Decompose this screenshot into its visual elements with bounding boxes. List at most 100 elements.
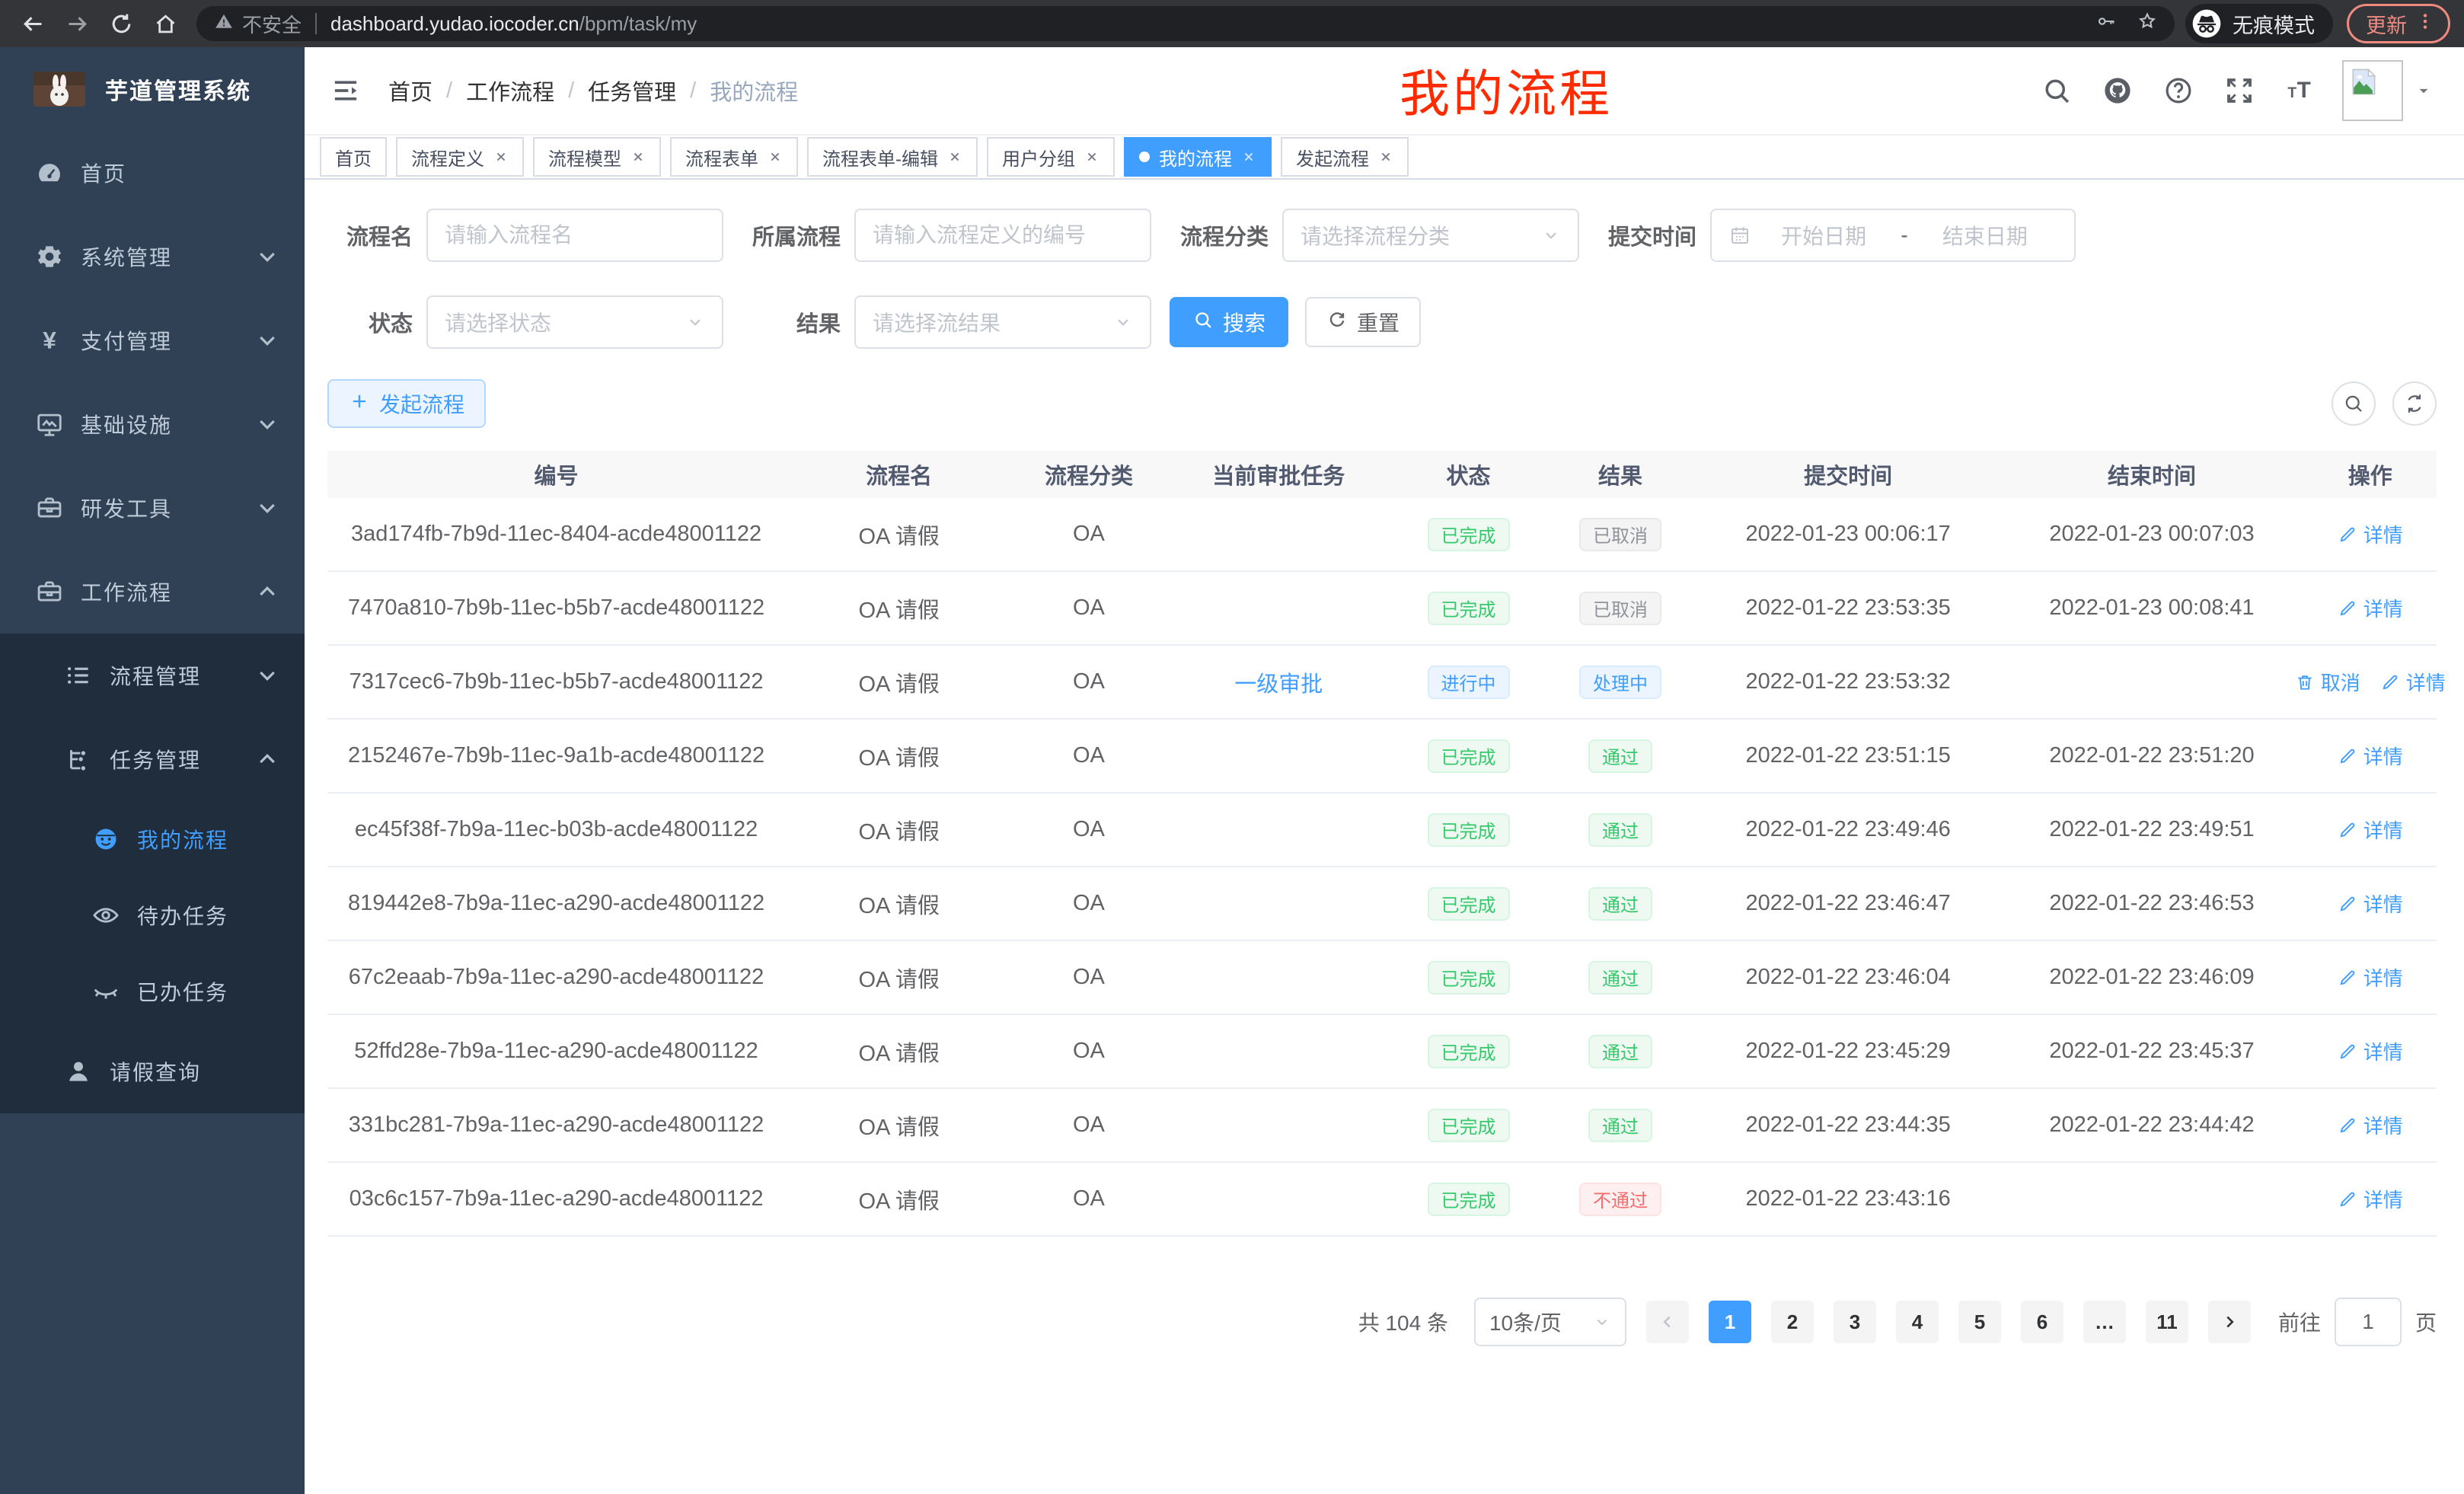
breadcrumb-item[interactable]: 任务管理 (588, 75, 676, 107)
page-size-select[interactable]: 10条/页 (1474, 1298, 1626, 1346)
bookmark-star-icon[interactable] (2137, 11, 2158, 37)
prev-page-button[interactable] (1646, 1301, 1689, 1343)
sidebar-item-process-mgmt[interactable]: 流程管理 (0, 634, 305, 717)
tab-home[interactable]: 首页 (320, 137, 387, 177)
submit-time-range-picker[interactable]: 开始日期 - 结束日期 (1710, 209, 2076, 262)
page-button-6[interactable]: 6 (2021, 1301, 2063, 1343)
monitor-icon (35, 410, 64, 439)
sidebar-item-my-process[interactable]: 我的流程 (0, 801, 305, 877)
search-button[interactable]: 搜索 (1170, 297, 1288, 347)
show-search-toggle-button[interactable] (2332, 381, 2376, 426)
detail-action-link[interactable]: 详情 (2338, 963, 2403, 991)
cell-category: OA (1013, 817, 1164, 842)
avatar-caret-icon[interactable] (2414, 81, 2434, 101)
process-category-select[interactable]: 请选择流程分类 (1282, 209, 1579, 262)
sidebar-item-payment[interactable]: ¥支付管理 (0, 298, 305, 382)
detail-action-link[interactable]: 详情 (2338, 742, 2403, 770)
detail-action-link[interactable]: 详情 (2338, 889, 2403, 918)
browser-forward-button[interactable] (58, 5, 96, 43)
goto-page-input[interactable] (2335, 1298, 2402, 1346)
result-select[interactable]: 请选择流结果 (854, 295, 1151, 349)
list-icon (64, 661, 93, 690)
help-button[interactable] (2162, 75, 2194, 107)
page-button-4[interactable]: 4 (1896, 1301, 1939, 1343)
tab-user-group[interactable]: 用户分组 (987, 137, 1115, 177)
tab-process-model[interactable]: 流程模型 (533, 137, 661, 177)
detail-action-link[interactable]: 详情 (2338, 1037, 2403, 1065)
total-count: 共 104 条 (1358, 1307, 1448, 1337)
cell-status: 已完成 (1393, 1109, 1544, 1142)
current-task-link[interactable]: 一级审批 (1234, 672, 1323, 697)
sidebar-item-home[interactable]: 首页 (0, 131, 305, 215)
page-button-11[interactable]: 11 (2146, 1301, 2188, 1343)
close-icon[interactable] (1241, 149, 1256, 164)
detail-action-link[interactable]: 详情 (2338, 1111, 2403, 1139)
sidebar-item-dev-tools[interactable]: 研发工具 (0, 466, 305, 550)
cancel-action-link[interactable]: 取消 (2295, 668, 2360, 696)
result-badge: 已取消 (1579, 518, 1661, 551)
search-button[interactable] (2041, 75, 2073, 107)
tab-process-form-edit[interactable]: 流程表单-编辑 (807, 137, 978, 177)
page-button-…[interactable]: … (2083, 1301, 2126, 1343)
cell-id: 819442e8-7b9a-11ec-a290-acde48001122 (327, 891, 785, 916)
process-name-input[interactable] (426, 209, 723, 262)
close-icon[interactable] (1084, 149, 1100, 164)
detail-action-link[interactable]: 详情 (2338, 816, 2403, 844)
sidebar-item-infrastructure[interactable]: 基础设施 (0, 382, 305, 466)
tab-process-form[interactable]: 流程表单 (670, 137, 798, 177)
close-icon[interactable] (493, 149, 509, 164)
detail-action-link[interactable]: 详情 (2380, 668, 2446, 696)
github-button[interactable] (2102, 75, 2134, 107)
close-icon[interactable] (630, 149, 646, 164)
sidebar-item-todo-task[interactable]: 待办任务 (0, 877, 305, 953)
tab-start-process[interactable]: 发起流程 (1281, 137, 1409, 177)
reset-button[interactable]: 重置 (1305, 297, 1421, 347)
key-icon[interactable] (2095, 11, 2117, 37)
page-button-3[interactable]: 3 (1834, 1301, 1876, 1343)
parent-process-input[interactable] (854, 209, 1151, 262)
page-button-2[interactable]: 2 (1771, 1301, 1814, 1343)
detail-action-link[interactable]: 详情 (2338, 1185, 2403, 1213)
close-icon[interactable] (947, 149, 962, 164)
refresh-table-button[interactable] (2392, 381, 2437, 426)
browser-back-button[interactable] (14, 5, 52, 43)
browser-menu-icon[interactable] (2415, 11, 2436, 37)
next-page-button[interactable] (2208, 1301, 2251, 1343)
breadcrumb-item[interactable]: 工作流程 (466, 75, 554, 107)
page-button-1[interactable]: 1 (1709, 1301, 1751, 1343)
sidebar-item-task-mgmt[interactable]: 任务管理 (0, 717, 305, 801)
address-bar[interactable]: 不安全 dashboard.yudao.iocoder.cn /bpm/task… (196, 6, 2175, 41)
sidebar-toggle-icon[interactable] (330, 75, 361, 106)
sidebar-item-done-task[interactable]: 已办任务 (0, 953, 305, 1030)
end-date-placeholder[interactable]: 结束日期 (1913, 220, 2057, 251)
tab-process-definition[interactable]: 流程定义 (396, 137, 524, 177)
detail-action-link[interactable]: 详情 (2338, 520, 2403, 548)
font-size-button[interactable]: TT (2284, 75, 2316, 107)
fullscreen-button[interactable] (2223, 75, 2255, 107)
toolbox-icon (35, 493, 64, 522)
sidebar-item-workflow[interactable]: 工作流程 (0, 550, 305, 634)
detail-action-link[interactable]: 详情 (2338, 594, 2403, 622)
breadcrumb-item[interactable]: 首页 (388, 75, 432, 107)
start-date-placeholder[interactable]: 开始日期 (1751, 220, 1896, 251)
app-logo[interactable]: 芋道管理系统 (0, 47, 305, 131)
close-icon[interactable] (1378, 149, 1393, 164)
browser-update-button[interactable]: 更新 (2347, 4, 2450, 43)
start-process-button[interactable]: 发起流程 (327, 379, 486, 428)
security-label[interactable]: 不安全 (242, 10, 302, 38)
close-icon[interactable] (768, 149, 783, 164)
sidebar-item-system[interactable]: 系统管理 (0, 215, 305, 298)
browser-home-button[interactable] (146, 5, 184, 43)
status-select[interactable]: 请选择状态 (426, 295, 723, 349)
avatar[interactable] (2342, 60, 2403, 121)
browser-reload-button[interactable] (102, 5, 140, 43)
cell-result: 不通过 (1544, 1183, 1696, 1216)
process-category-label: 流程分类 (1168, 219, 1269, 251)
result-badge: 通过 (1588, 1035, 1652, 1068)
sidebar-menu: 首页系统管理¥支付管理基础设施研发工具工作流程流程管理任务管理我的流程待办任务已… (0, 131, 305, 1113)
column-header: 提交时间 (1696, 458, 2000, 490)
filter-row-1: 流程名 所属流程 流程分类 请选择流程分类 提交时间 开始日期 - 结束日期 (327, 209, 2437, 262)
tab-my-process[interactable]: 我的流程 (1124, 137, 1272, 177)
sidebar-item-leave-query[interactable]: 请假查询 (0, 1030, 305, 1113)
page-button-5[interactable]: 5 (1958, 1301, 2001, 1343)
